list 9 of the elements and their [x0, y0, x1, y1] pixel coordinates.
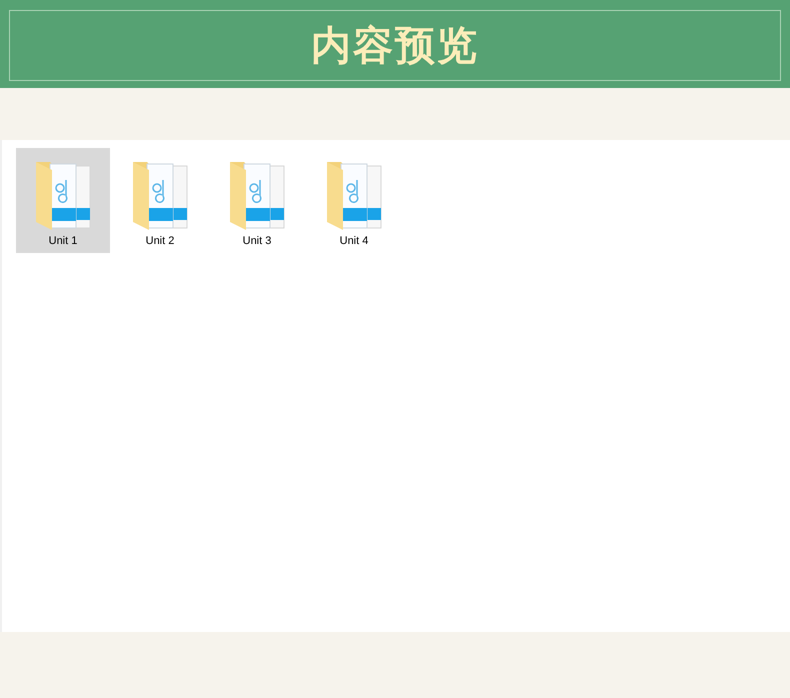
folder-name: Unit 4: [340, 234, 368, 248]
folder-name: Unit 1: [48, 234, 78, 248]
page-title: 内容预览: [311, 20, 479, 70]
folder-name: Unit 3: [242, 234, 272, 248]
folder-name: Unit 2: [146, 234, 174, 248]
folder-item[interactable]: Unit 3: [210, 148, 304, 253]
folder-item[interactable]: Unit 2: [113, 148, 207, 253]
folder-item[interactable]: Unit 4: [307, 148, 401, 253]
folder-item[interactable]: Unit 1: [16, 148, 110, 253]
